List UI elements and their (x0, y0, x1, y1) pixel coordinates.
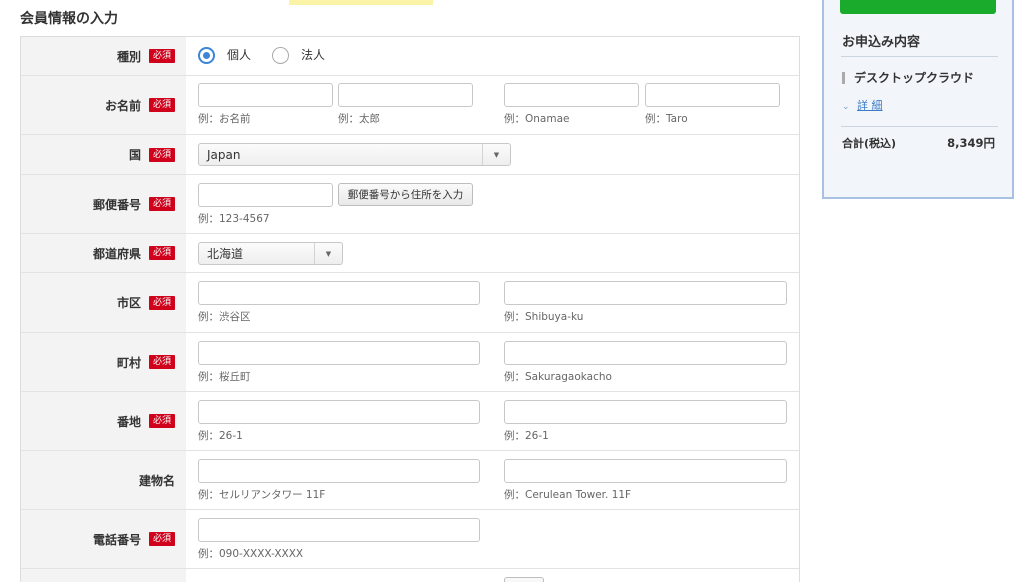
field-hint: 例：123-4567 (198, 213, 270, 225)
section-title: 会員情報の入力 (20, 11, 118, 27)
radio-corporate-label[interactable]: 法人 (301, 47, 325, 64)
field-hint: 例：Cerulean Tower. 11F (504, 489, 632, 501)
first-name-roman-input[interactable] (645, 83, 780, 107)
row-field: 個人 法人 (186, 37, 799, 75)
row-field (186, 569, 799, 582)
detail-link-label: 詳 細 (857, 99, 883, 112)
country-select[interactable]: Japan ▼ (198, 143, 511, 166)
city-roman-input[interactable] (504, 281, 787, 305)
field-hint: 例：Sakuragaokacho (504, 371, 612, 383)
chevron-down-icon: ⌄ (842, 102, 850, 112)
field-hint: 例：桜丘町 (198, 371, 251, 383)
radio-corporate[interactable] (272, 47, 289, 64)
row-prefecture: 都道府県 必須 北海道 ▼ (21, 234, 799, 273)
country-select-value: Japan (207, 147, 241, 162)
row-type: 種別 必須 個人 法人 (21, 37, 799, 76)
field-hint: 例：太郎 (338, 113, 380, 125)
divider (841, 126, 998, 127)
phone-input[interactable] (198, 518, 480, 542)
radio-individual[interactable] (198, 47, 215, 64)
row-city: 市区 必須 例：渋谷区 例：Shibuya-ku (21, 273, 799, 333)
prefecture-select[interactable]: 北海道 ▼ (198, 242, 343, 265)
row-next-partial (21, 569, 799, 582)
required-badge: 必須 (148, 197, 175, 211)
row-label: 種別 必須 (21, 37, 186, 75)
field-hint: 例：Onamae (504, 113, 570, 125)
street-number-roman-input[interactable] (504, 400, 787, 424)
apply-button[interactable] (840, 0, 996, 14)
row-field: 例：桜丘町 例：Sakuragaokacho (186, 333, 799, 391)
postal-code-input[interactable] (198, 183, 333, 207)
row-postal: 郵便番号 必須 郵便番号から住所を入力 例：123-4567 (21, 175, 799, 234)
row-label: 町村 必須 (21, 333, 186, 391)
field-hint: 例：お名前 (198, 113, 251, 125)
member-form: 種別 必須 個人 法人 お名前 必須 例：お名前 例：太郎 例：Onamae 例… (20, 36, 800, 582)
field-hint: 例：26-1 (504, 430, 549, 442)
product-marker (842, 72, 845, 84)
chevron-down-icon: ▼ (482, 144, 510, 165)
prefecture-select-value: 北海道 (207, 247, 244, 261)
town-roman-input[interactable] (504, 341, 787, 365)
row-label (21, 569, 186, 582)
field-hint: 例：26-1 (198, 430, 243, 442)
field-hint: 例：渋谷区 (198, 311, 251, 323)
field-hint: 例：Taro (645, 113, 688, 125)
row-field: 例：渋谷区 例：Shibuya-ku (186, 273, 799, 332)
required-badge: 必須 (148, 98, 175, 112)
row-field: 北海道 ▼ (186, 234, 799, 272)
row-label: 建物名 (21, 451, 186, 509)
row-label: お名前 必須 (21, 76, 186, 134)
notice-strip (289, 0, 433, 5)
row-label: 郵便番号 必須 (21, 175, 186, 233)
field-hint: 例：090-XXXX-XXXX (198, 548, 304, 560)
divider (841, 56, 998, 57)
row-town: 町村 必須 例：桜丘町 例：Sakuragaokacho (21, 333, 799, 392)
total-value: 8,349円 (947, 136, 995, 150)
building-input[interactable] (198, 459, 480, 483)
row-field: 郵便番号から住所を入力 例：123-4567 (186, 175, 799, 233)
required-badge: 必須 (148, 355, 175, 369)
total-label: 合計(税込) (842, 137, 897, 150)
last-name-roman-input[interactable] (504, 83, 639, 107)
row-label: 市区 必須 (21, 273, 186, 332)
product-name: デスクトップクラウド (854, 71, 975, 85)
town-input[interactable] (198, 341, 480, 365)
order-summary-title: お申込み内容 (842, 35, 921, 50)
row-label: 番地 必須 (21, 392, 186, 450)
row-name: お名前 必須 例：お名前 例：太郎 例：Onamae 例：Taro (21, 76, 799, 135)
row-country: 国 必須 Japan ▼ (21, 135, 799, 175)
last-name-input[interactable] (198, 83, 333, 107)
member-info-page: 会員情報の入力 種別 必須 個人 法人 お名前 必須 例：お名前 例：太郎 例：… (0, 0, 1024, 582)
field-hint: 例：セルリアンタワー 11F (198, 489, 326, 501)
city-input[interactable] (198, 281, 480, 305)
radio-individual-label[interactable]: 個人 (227, 47, 251, 64)
row-building: 建物名 例：セルリアンタワー 11F 例：Cerulean Tower. 11F (21, 451, 799, 510)
field-hint: 例：Shibuya-ku (504, 311, 584, 323)
row-label: 電話番号 必須 (21, 510, 186, 568)
required-badge: 必須 (148, 246, 175, 260)
chevron-down-icon: ▼ (314, 243, 342, 264)
row-address: 番地 必須 例：26-1 例：26-1 (21, 392, 799, 451)
partial-button[interactable] (504, 577, 544, 582)
required-badge: 必須 (148, 532, 175, 546)
required-badge: 必須 (148, 147, 175, 162)
row-label: 都道府県 必須 (21, 234, 186, 272)
required-badge: 必須 (148, 295, 175, 310)
row-phone: 電話番号 必須 例：090-XXXX-XXXX (21, 510, 799, 569)
order-summary-panel: お申込み内容 デスクトップクラウド ⌄ 詳 細 合計(税込) 8,349円 (822, 0, 1014, 199)
postal-lookup-button[interactable]: 郵便番号から住所を入力 (338, 183, 473, 206)
building-roman-input[interactable] (504, 459, 787, 483)
row-field: 例：26-1 例：26-1 (186, 392, 799, 450)
row-field: 例：セルリアンタワー 11F 例：Cerulean Tower. 11F (186, 451, 799, 509)
street-number-input[interactable] (198, 400, 480, 424)
row-field: Japan ▼ (186, 135, 799, 174)
row-field: 例：090-XXXX-XXXX (186, 510, 799, 568)
detail-toggle-link[interactable]: ⌄ 詳 細 (842, 97, 883, 113)
row-label: 国 必須 (21, 135, 186, 174)
required-badge: 必須 (148, 49, 175, 63)
row-field: 例：お名前 例：太郎 例：Onamae 例：Taro (186, 76, 799, 134)
required-badge: 必須 (148, 414, 175, 428)
first-name-input[interactable] (338, 83, 473, 107)
